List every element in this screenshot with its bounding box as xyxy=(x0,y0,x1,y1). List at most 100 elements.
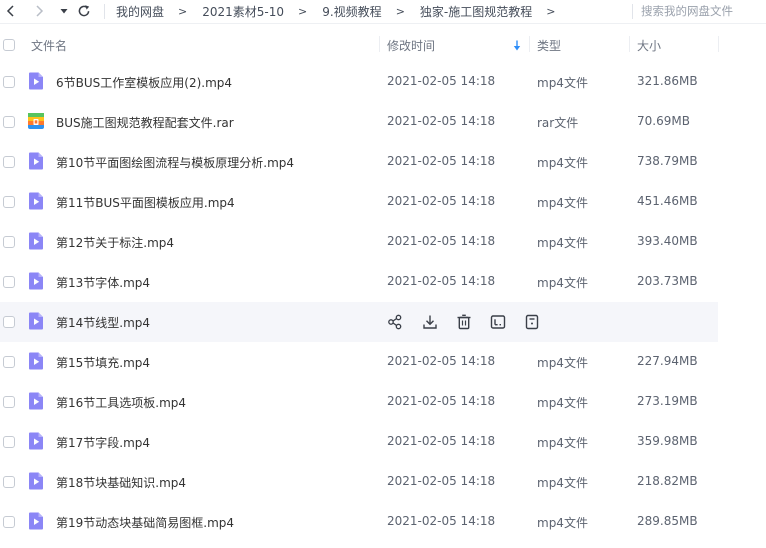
back-button[interactable] xyxy=(3,3,19,19)
file-name[interactable]: 6节BUS工作室模板应用(2).mp4 xyxy=(56,74,232,91)
file-modified-time: 2021-02-05 14:18 xyxy=(387,514,496,528)
file-modified-time: 2021-02-05 14:18 xyxy=(387,234,496,248)
video-file-icon xyxy=(26,231,46,251)
file-modified-time: 2021-02-05 14:18 xyxy=(387,114,496,128)
search-divider xyxy=(632,4,633,19)
caret-down-icon xyxy=(60,9,68,14)
row-checkbox[interactable] xyxy=(3,396,15,408)
breadcrumb-item-root[interactable]: 我的网盘 xyxy=(116,3,164,20)
column-divider[interactable] xyxy=(718,36,719,52)
breadcrumb-separator: > xyxy=(298,5,308,18)
refresh-icon xyxy=(78,5,90,17)
file-modified-time: 2021-02-05 14:18 xyxy=(387,354,496,368)
file-size: 203.73MB xyxy=(637,274,698,288)
file-type: mp4文件 xyxy=(537,236,588,250)
breadcrumb-item-folder[interactable]: 2021素材5-10 xyxy=(202,3,284,20)
netdisk-file-browser: 我的网盘 > 2021素材5-10 > 9.视频教程 > 独家-施工图规范教程 … xyxy=(0,0,766,548)
row-checkbox[interactable] xyxy=(3,276,15,288)
file-name[interactable]: 第15节填充.mp4 xyxy=(56,354,150,371)
file-size: 70.69MB xyxy=(637,114,690,128)
column-divider[interactable] xyxy=(529,36,530,52)
row-checkbox[interactable] xyxy=(3,476,15,488)
navigation-bar: 我的网盘 > 2021素材5-10 > 9.视频教程 > 独家-施工图规范教程 … xyxy=(0,0,766,24)
breadcrumb-separator: > xyxy=(395,5,405,18)
video-file-icon xyxy=(26,191,46,211)
rename-icon[interactable] xyxy=(489,313,507,331)
column-divider[interactable] xyxy=(629,36,630,52)
file-type: rar文件 xyxy=(537,116,579,130)
video-file-icon xyxy=(26,351,46,371)
more-icon[interactable] xyxy=(523,313,541,331)
file-size: 451.46MB xyxy=(637,194,698,208)
file-name[interactable]: 第10节平面图绘图流程与模板原理分析.mp4 xyxy=(56,154,294,171)
breadcrumb-expand-chevron[interactable]: > xyxy=(546,5,555,18)
file-size: 359.98MB xyxy=(637,434,698,448)
file-row[interactable]: 第15节填充.mp4 2021-02-05 14:18 mp4文件 227.94… xyxy=(0,342,766,382)
file-row[interactable]: 第13节字体.mp4 2021-02-05 14:18 mp4文件 203.73… xyxy=(0,262,766,302)
file-name[interactable]: 第13节字体.mp4 xyxy=(56,274,150,291)
forward-button[interactable] xyxy=(31,3,47,19)
file-size: 321.86MB xyxy=(637,74,698,88)
file-list-header: 文件名 修改时间 类型 大小 xyxy=(0,32,766,58)
file-modified-time: 2021-02-05 14:18 xyxy=(387,434,496,448)
refresh-button[interactable] xyxy=(76,3,92,19)
row-checkbox[interactable] xyxy=(3,156,15,168)
nav-divider xyxy=(104,4,105,19)
file-type: mp4文件 xyxy=(537,276,588,290)
file-row[interactable]: BUS施工图规范教程配套文件.rar 2021-02-05 14:18 rar文… xyxy=(0,102,766,142)
file-modified-time: 2021-02-05 14:18 xyxy=(387,274,496,288)
file-size: 227.94MB xyxy=(637,354,698,368)
file-row[interactable]: 第18节块基础知识.mp4 2021-02-05 14:18 mp4文件 218… xyxy=(0,462,766,502)
file-type: mp4文件 xyxy=(537,476,588,490)
file-type: mp4文件 xyxy=(537,76,588,90)
download-icon[interactable] xyxy=(421,313,439,331)
row-checkbox[interactable] xyxy=(3,196,15,208)
column-header-size[interactable]: 大小 xyxy=(637,37,661,54)
row-checkbox[interactable] xyxy=(3,236,15,248)
file-name[interactable]: 第17节字段.mp4 xyxy=(56,434,150,451)
file-row[interactable]: 第16节工具选项板.mp4 2021-02-05 14:18 mp4文件 273… xyxy=(0,382,766,422)
file-row[interactable]: 第17节字段.mp4 2021-02-05 14:18 mp4文件 359.98… xyxy=(0,422,766,462)
column-header-type[interactable]: 类型 xyxy=(537,37,561,54)
column-header-modified[interactable]: 修改时间 xyxy=(387,37,435,54)
file-name[interactable]: 第14节线型.mp4 xyxy=(56,314,150,331)
row-checkbox[interactable] xyxy=(3,516,15,528)
file-name[interactable]: 第11节BUS平面图模板应用.mp4 xyxy=(56,194,235,211)
file-name[interactable]: 第19节动态块基础简易图框.mp4 xyxy=(56,514,234,531)
video-file-icon xyxy=(26,151,46,171)
video-file-icon xyxy=(26,471,46,491)
file-row[interactable]: 6节BUS工作室模板应用(2).mp4 2021-02-05 14:18 mp4… xyxy=(0,62,766,102)
row-checkbox[interactable] xyxy=(3,436,15,448)
rar-file-icon xyxy=(26,111,46,131)
search-input[interactable] xyxy=(641,2,761,20)
delete-icon[interactable] xyxy=(455,313,473,331)
file-type: mp4文件 xyxy=(537,396,588,410)
file-list: 6节BUS工作室模板应用(2).mp4 2021-02-05 14:18 mp4… xyxy=(0,62,766,542)
column-divider[interactable] xyxy=(379,36,380,52)
file-row[interactable]: 第10节平面图绘图流程与模板原理分析.mp4 2021-02-05 14:18 … xyxy=(0,142,766,182)
video-file-icon xyxy=(26,391,46,411)
file-name[interactable]: 第12节关于标注.mp4 xyxy=(56,234,174,251)
file-row[interactable]: 第12节关于标注.mp4 2021-02-05 14:18 mp4文件 393.… xyxy=(0,222,766,262)
file-row[interactable]: 第19节动态块基础简易图框.mp4 2021-02-05 14:18 mp4文件… xyxy=(0,502,766,542)
row-checkbox[interactable] xyxy=(3,316,15,328)
column-header-name[interactable]: 文件名 xyxy=(31,37,67,54)
file-name[interactable]: BUS施工图规范教程配套文件.rar xyxy=(56,114,234,131)
breadcrumb-item-current[interactable]: 独家-施工图规范教程 xyxy=(420,3,532,20)
sort-descending-icon[interactable] xyxy=(513,40,521,51)
share-icon[interactable] xyxy=(386,313,404,331)
video-file-icon xyxy=(26,271,46,291)
file-row[interactable]: 第11节BUS平面图模板应用.mp4 2021-02-05 14:18 mp4文… xyxy=(0,182,766,222)
row-checkbox[interactable] xyxy=(3,356,15,368)
row-checkbox[interactable] xyxy=(3,76,15,88)
file-name[interactable]: 第16节工具选项板.mp4 xyxy=(56,394,186,411)
video-file-icon xyxy=(26,71,46,91)
file-type: mp4文件 xyxy=(537,436,588,450)
file-row[interactable]: 第14节线型.mp4 xyxy=(0,302,766,342)
file-name[interactable]: 第18节块基础知识.mp4 xyxy=(56,474,186,491)
file-size: 393.40MB xyxy=(637,234,698,248)
row-checkbox[interactable] xyxy=(3,116,15,128)
select-all-checkbox[interactable] xyxy=(3,39,15,51)
history-dropdown-button[interactable] xyxy=(56,3,72,19)
breadcrumb-item-folder[interactable]: 9.视频教程 xyxy=(322,3,381,20)
